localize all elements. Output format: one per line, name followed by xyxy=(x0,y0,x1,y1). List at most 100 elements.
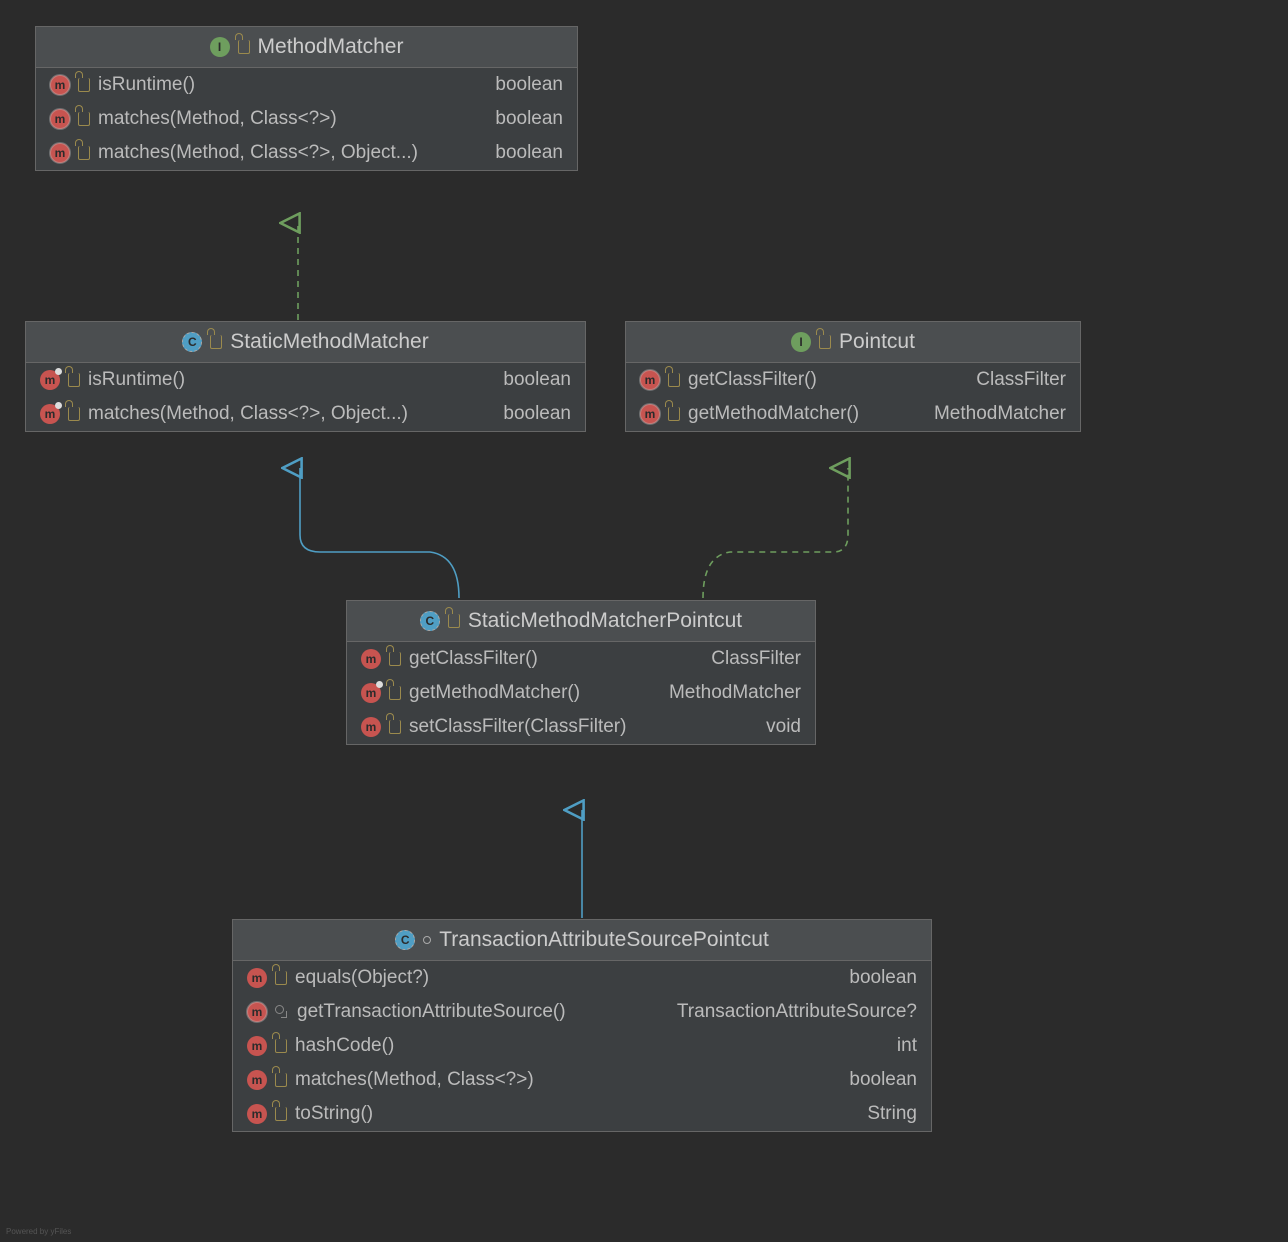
class-box-staticmethodmatcherpointcut[interactable]: C StaticMethodMatcherPointcut m getClass… xyxy=(346,600,816,745)
member-signature: getClassFilter() xyxy=(688,369,817,391)
member-return: void xyxy=(766,716,801,738)
method-icon: m xyxy=(640,370,660,390)
member-return: MethodMatcher xyxy=(669,682,801,704)
method-icon: m xyxy=(40,370,60,390)
member-signature: matches(Method, Class<?>, Object...) xyxy=(98,142,418,164)
visibility-icon xyxy=(78,146,90,160)
method-icon: m xyxy=(50,109,70,129)
member-row[interactable]: m equals(Object?) boolean xyxy=(233,961,931,995)
class-header: C StaticMethodMatcherPointcut xyxy=(347,601,815,642)
member-row[interactable]: m getTransactionAttributeSource() Transa… xyxy=(233,995,931,1029)
visibility-icon xyxy=(668,373,680,387)
visibility-icon xyxy=(389,686,401,700)
member-return: ClassFilter xyxy=(711,648,801,670)
class-name: StaticMethodMatcher xyxy=(230,330,428,354)
member-row[interactable]: m getClassFilter() ClassFilter xyxy=(626,363,1080,397)
member-return: int xyxy=(897,1035,917,1057)
arrow-extends xyxy=(300,468,459,598)
member-signature: isRuntime() xyxy=(88,369,185,391)
method-icon: m xyxy=(50,75,70,95)
visibility-icon xyxy=(275,1073,287,1087)
visibility-icon xyxy=(819,335,831,349)
visibility-icon xyxy=(389,720,401,734)
member-return: boolean xyxy=(503,369,571,391)
member-return: boolean xyxy=(495,142,563,164)
member-row[interactable]: m matches(Method, Class<?>) boolean xyxy=(233,1063,931,1097)
visibility-icon xyxy=(275,1107,287,1121)
visibility-icon xyxy=(448,614,460,628)
class-name: StaticMethodMatcherPointcut xyxy=(468,609,742,633)
member-return: boolean xyxy=(849,967,917,989)
method-icon: m xyxy=(247,1104,267,1124)
watermark-text: Powered by yFiles xyxy=(6,1227,71,1236)
class-name: MethodMatcher xyxy=(258,35,404,59)
visibility-icon xyxy=(668,407,680,421)
member-signature: equals(Object?) xyxy=(295,967,429,989)
member-row[interactable]: m isRuntime() boolean xyxy=(36,68,577,102)
interface-icon: I xyxy=(210,37,230,57)
member-row[interactable]: m hashCode() int xyxy=(233,1029,931,1063)
class-box-methodmatcher[interactable]: I MethodMatcher m isRuntime() boolean m … xyxy=(35,26,578,171)
class-box-transactionattributesourcepointcut[interactable]: C TransactionAttributeSourcePointcut m e… xyxy=(232,919,932,1132)
visibility-icon xyxy=(68,373,80,387)
method-icon: m xyxy=(640,404,660,424)
method-icon: m xyxy=(247,1002,267,1022)
member-row[interactable]: m matches(Method, Class<?>, Object...) b… xyxy=(26,397,585,431)
class-icon: C xyxy=(182,332,202,352)
method-icon: m xyxy=(361,649,381,669)
visibility-icon xyxy=(68,407,80,421)
class-header: C TransactionAttributeSourcePointcut xyxy=(233,920,931,961)
member-signature: setClassFilter(ClassFilter) xyxy=(409,716,626,738)
member-return: TransactionAttributeSource? xyxy=(677,1001,917,1023)
visibility-icon xyxy=(78,112,90,126)
method-icon: m xyxy=(361,717,381,737)
member-return: ClassFilter xyxy=(976,369,1066,391)
member-return: boolean xyxy=(495,108,563,130)
class-icon: C xyxy=(395,930,415,950)
member-return: String xyxy=(867,1103,917,1125)
member-signature: isRuntime() xyxy=(98,74,195,96)
method-icon: m xyxy=(40,404,60,424)
member-signature: getMethodMatcher() xyxy=(409,682,580,704)
protected-icon xyxy=(275,1005,289,1019)
member-signature: getMethodMatcher() xyxy=(688,403,859,425)
method-icon: m xyxy=(361,683,381,703)
member-return: MethodMatcher xyxy=(934,403,1066,425)
visibility-icon xyxy=(275,971,287,985)
class-box-pointcut[interactable]: I Pointcut m getClassFilter() ClassFilte… xyxy=(625,321,1081,432)
visibility-icon xyxy=(238,40,250,54)
abstract-modifier-icon xyxy=(423,936,431,944)
visibility-icon xyxy=(210,335,222,349)
member-signature: getClassFilter() xyxy=(409,648,538,670)
member-signature: matches(Method, Class<?>, Object...) xyxy=(88,403,408,425)
member-row[interactable]: m getMethodMatcher() MethodMatcher xyxy=(347,676,815,710)
class-box-staticmethodmatcher[interactable]: C StaticMethodMatcher m isRuntime() bool… xyxy=(25,321,586,432)
member-return: boolean xyxy=(849,1069,917,1091)
class-icon: C xyxy=(420,611,440,631)
class-header: I Pointcut xyxy=(626,322,1080,363)
member-signature: getTransactionAttributeSource() xyxy=(297,1001,566,1023)
interface-icon: I xyxy=(791,332,811,352)
member-signature: hashCode() xyxy=(295,1035,394,1057)
arrow-implements xyxy=(703,468,848,598)
member-row[interactable]: m toString() String xyxy=(233,1097,931,1131)
method-icon: m xyxy=(247,968,267,988)
member-row[interactable]: m matches(Method, Class<?>) boolean xyxy=(36,102,577,136)
member-return: boolean xyxy=(495,74,563,96)
member-row[interactable]: m getMethodMatcher() MethodMatcher xyxy=(626,397,1080,431)
member-return: boolean xyxy=(503,403,571,425)
class-header: C StaticMethodMatcher xyxy=(26,322,585,363)
method-icon: m xyxy=(247,1070,267,1090)
visibility-icon xyxy=(389,652,401,666)
visibility-icon xyxy=(275,1039,287,1053)
member-row[interactable]: m isRuntime() boolean xyxy=(26,363,585,397)
member-signature: matches(Method, Class<?>) xyxy=(295,1069,534,1091)
member-row[interactable]: m getClassFilter() ClassFilter xyxy=(347,642,815,676)
member-signature: matches(Method, Class<?>) xyxy=(98,108,337,130)
class-header: I MethodMatcher xyxy=(36,27,577,68)
member-row[interactable]: m setClassFilter(ClassFilter) void xyxy=(347,710,815,744)
method-icon: m xyxy=(50,143,70,163)
method-icon: m xyxy=(247,1036,267,1056)
class-name: Pointcut xyxy=(839,330,915,354)
member-row[interactable]: m matches(Method, Class<?>, Object...) b… xyxy=(36,136,577,170)
